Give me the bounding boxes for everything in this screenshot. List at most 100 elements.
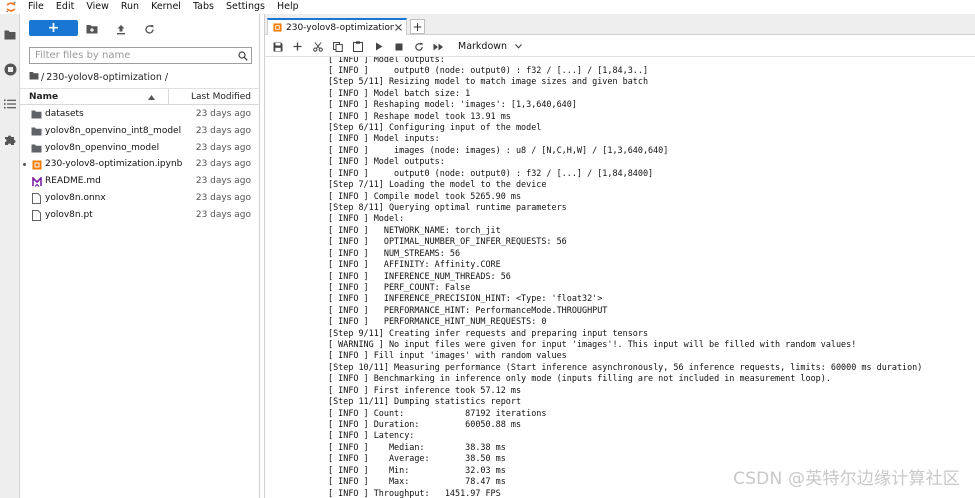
breadcrumb-path[interactable]: 230-yolov8-optimization / bbox=[46, 72, 168, 83]
output-line: [ INFO ] output0 (node: output0) : f32 /… bbox=[328, 167, 654, 178]
search-icon bbox=[235, 48, 251, 63]
file-name: yolov8n_openvino_int8_model bbox=[45, 125, 182, 136]
file-list-header: Name Last Modified bbox=[20, 88, 260, 105]
new-folder-icon[interactable] bbox=[85, 22, 99, 36]
file-modified: 23 days ago bbox=[195, 176, 251, 187]
new-launcher-button[interactable]: + bbox=[29, 20, 78, 36]
output-line: [ INFO ] Average: 38.50 ms bbox=[328, 453, 506, 464]
scrollbar[interactable] bbox=[969, 57, 975, 498]
filter-files-input[interactable] bbox=[30, 48, 235, 63]
file-row-pt[interactable]: yolov8n.pt 23 days ago bbox=[20, 207, 260, 224]
extension-puzzle-icon[interactable] bbox=[2, 132, 18, 148]
restart-icon[interactable] bbox=[412, 40, 425, 53]
activity-bar bbox=[0, 14, 20, 498]
output-line: [ INFO ] PERFORMANCE_HINT: PerformanceMo… bbox=[328, 304, 608, 315]
notebook-icon bbox=[272, 23, 282, 33]
notebook-toolbar: Markdown bbox=[265, 35, 975, 57]
run-icon[interactable] bbox=[372, 40, 385, 53]
output-line: [Step 10/11] Measuring performance (Star… bbox=[328, 361, 923, 372]
output-line: [ INFO ] Throughput: 1451.97 FPS bbox=[328, 487, 501, 498]
file-list: datasets 23 days ago yolov8n_openvino_in… bbox=[20, 106, 260, 224]
file-modified: 23 days ago bbox=[195, 159, 251, 170]
output-line: [ INFO ] NETWORK_NAME: torch_jit bbox=[328, 224, 501, 235]
output-line: [ INFO ] First inference took 57.12 ms bbox=[328, 384, 522, 395]
folder-icon[interactable] bbox=[2, 26, 18, 42]
output-line: [Step 8/11] Querying optimal runtime par… bbox=[328, 201, 567, 212]
output-line: [ INFO ] Compile model took 5265.90 ms bbox=[328, 190, 522, 201]
column-last-modified[interactable]: Last Modified bbox=[191, 92, 251, 102]
menu-view[interactable]: View bbox=[80, 0, 115, 14]
output-line: [ INFO ] Benchmarking in inference only … bbox=[328, 373, 831, 384]
output-line: [ INFO ] Model batch size: 1 bbox=[328, 87, 471, 98]
new-tab-button[interactable]: + bbox=[410, 19, 425, 34]
output-line: [ INFO ] Model outputs: bbox=[328, 57, 445, 64]
column-divider[interactable] bbox=[168, 89, 169, 105]
file-row-int8-model[interactable]: yolov8n_openvino_int8_model 23 days ago bbox=[20, 123, 260, 140]
output-line: [ INFO ] Model inputs: bbox=[328, 133, 440, 144]
add-cell-icon[interactable] bbox=[291, 40, 304, 53]
file-modified: 23 days ago bbox=[195, 125, 251, 136]
file-row-datasets[interactable]: datasets 23 days ago bbox=[20, 106, 260, 123]
file-browser-toolbar: + bbox=[20, 14, 260, 44]
output-line: [ INFO ] INFERENCE_NUM_THREADS: 56 bbox=[328, 270, 511, 281]
breadcrumb: / 230-yolov8-optimization / bbox=[29, 70, 168, 84]
tab-bar: 230-yolov8-optimization.ipyn + bbox=[265, 14, 975, 35]
file-row-notebook[interactable]: 230-yolov8-optimization.ipynb 23 days ag… bbox=[20, 156, 260, 173]
file-row-readme[interactable]: README.md 23 days ago bbox=[20, 173, 260, 190]
output-line: [ INFO ] AFFINITY: Affinity.CORE bbox=[328, 259, 501, 270]
folder-icon bbox=[31, 126, 42, 137]
close-icon[interactable] bbox=[393, 22, 403, 32]
upload-icon[interactable] bbox=[114, 22, 128, 36]
sort-ascending-icon[interactable] bbox=[148, 93, 155, 103]
cell-output: [ INFO ] Model outputs:[ INFO ] output0 … bbox=[265, 57, 975, 498]
running-kernels-icon[interactable] bbox=[2, 61, 18, 77]
file-row-openvino-model[interactable]: yolov8n_openvino_model 23 days ago bbox=[20, 140, 260, 157]
output-line: [ INFO ] PERFORMANCE_HINT_NUM_REQUESTS: … bbox=[328, 316, 547, 327]
output-line: [Step 9/11] Creating infer requests and … bbox=[328, 327, 649, 338]
paste-icon[interactable] bbox=[351, 40, 364, 53]
breadcrumb-root-folder-icon[interactable] bbox=[29, 71, 39, 83]
table-of-contents-icon[interactable] bbox=[2, 96, 18, 112]
file-name: README.md bbox=[45, 176, 101, 187]
tab-label: 230-yolov8-optimization.ipyn bbox=[286, 22, 394, 33]
cell-type-dropdown[interactable]: Markdown bbox=[458, 40, 522, 53]
output-line: [ INFO ] OPTIMAL_NUMBER_OF_INFER_REQUEST… bbox=[328, 236, 567, 247]
output-line: [ INFO ] Duration: 60050.88 ms bbox=[328, 419, 522, 429]
menu-kernel[interactable]: Kernel bbox=[145, 0, 187, 14]
file-icon bbox=[31, 209, 42, 221]
markdown-icon bbox=[31, 176, 42, 187]
notebook-panel: 230-yolov8-optimization.ipyn + bbox=[264, 14, 975, 498]
file-modified: 23 days ago bbox=[195, 209, 251, 220]
file-name: 230-yolov8-optimization.ipynb bbox=[45, 159, 183, 170]
menu-tabs[interactable]: Tabs bbox=[187, 0, 220, 14]
output-line: [ INFO ] images (node: images) : u8 / [N… bbox=[328, 144, 669, 155]
output-line: [ INFO ] output0 (node: output0) : f32 /… bbox=[328, 64, 649, 75]
file-modified: 23 days ago bbox=[195, 142, 251, 153]
fast-forward-icon[interactable] bbox=[432, 40, 445, 53]
jupyter-logo-icon bbox=[0, 0, 22, 14]
menu-file[interactable]: File bbox=[22, 0, 50, 14]
refresh-icon[interactable] bbox=[142, 22, 156, 36]
stop-icon[interactable] bbox=[392, 40, 405, 53]
output-line: [ INFO ] Latency: bbox=[328, 430, 415, 441]
output-text: [ INFO ] Model outputs:[ INFO ] output0 … bbox=[328, 57, 922, 498]
tab-notebook[interactable]: 230-yolov8-optimization.ipyn bbox=[267, 18, 407, 35]
menu-run[interactable]: Run bbox=[115, 0, 145, 14]
cut-icon[interactable] bbox=[311, 40, 324, 53]
folder-icon bbox=[31, 143, 42, 154]
output-line: [ INFO ] Reshaping model: 'images': [1,3… bbox=[328, 99, 577, 110]
file-icon bbox=[31, 192, 42, 204]
folder-icon bbox=[31, 109, 42, 120]
column-name[interactable]: Name bbox=[29, 92, 58, 102]
copy-icon[interactable] bbox=[331, 40, 344, 53]
menu-help[interactable]: Help bbox=[271, 0, 305, 14]
filter-files-field[interactable] bbox=[29, 47, 252, 64]
output-line: [ INFO ] Model outputs: bbox=[328, 156, 445, 167]
save-icon[interactable] bbox=[271, 40, 284, 53]
menu-edit[interactable]: Edit bbox=[50, 0, 80, 14]
watermark: CSDN @英特尔边缘计算社区 bbox=[733, 469, 960, 489]
output-line: [ INFO ] Fill input 'images' with random… bbox=[328, 350, 567, 361]
menu-settings[interactable]: Settings bbox=[220, 0, 271, 14]
file-row-onnx[interactable]: yolov8n.onnx 23 days ago bbox=[20, 190, 260, 207]
output-line: [ INFO ] Median: 38.38 ms bbox=[328, 441, 506, 452]
